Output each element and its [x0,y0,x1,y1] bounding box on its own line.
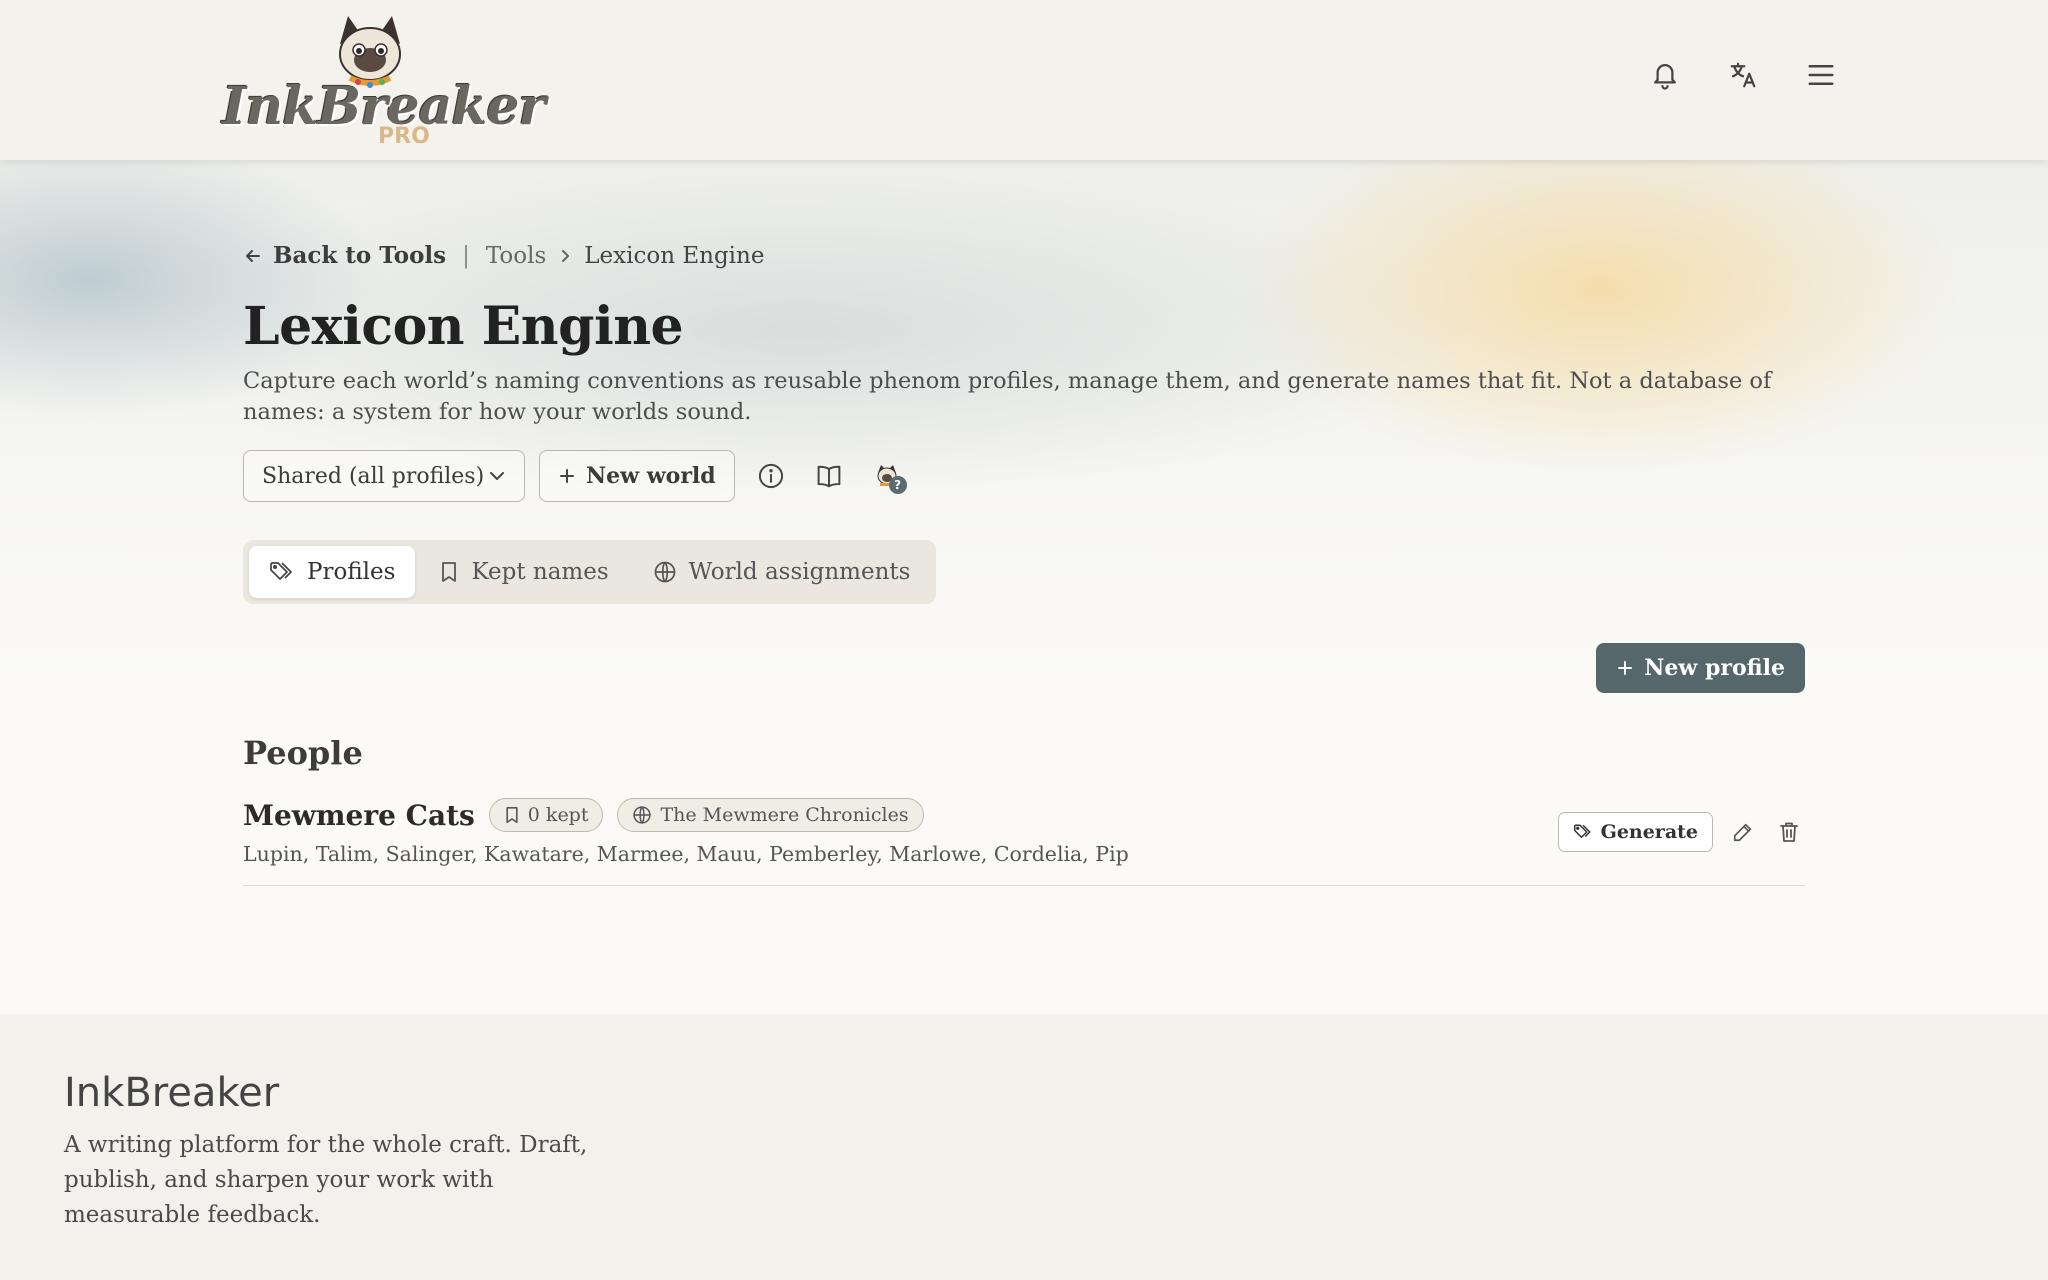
world-select-value: Shared (all profiles) [262,463,485,489]
top-navigation-bar: InkBreaker PRO [0,0,2048,160]
breadcrumb-divider: | [462,242,470,269]
translate-icon[interactable] [1726,58,1760,92]
plus-icon [1618,661,1633,675]
kept-count-chip[interactable]: 0 kept [488,798,604,832]
tags-icon [270,562,292,580]
tab-kept-names-label: Kept names [471,559,609,585]
tags-icon [1573,824,1591,838]
footer-tagline: A writing platform for the whole craft. … [64,1132,588,1228]
footer-brand: InkBreaker [64,1070,280,1116]
page-description: Capture each world’s naming conventions … [243,368,1772,425]
inkbreaker-logo[interactable]: InkBreaker PRO [222,14,546,150]
profile-tabs: Profiles Kept names World assignments [243,540,937,604]
back-to-tools-link[interactable]: Back to Tools [243,242,446,269]
kept-count-label: 0 kept [527,804,589,826]
info-icon[interactable] [749,454,793,498]
cat-help-icon[interactable]: ? [865,454,909,498]
breadcrumb: Back to Tools | Tools Lexicon Engine [243,242,764,269]
generate-label: Generate [1600,821,1698,843]
world-chip-label: The Mewmere Chronicles [660,804,909,826]
tab-world-assignments-label: World assignments [688,559,911,585]
arrow-left-icon [246,249,260,262]
profile-row: Mewmere Cats 0 kept The Mewmere Chronicl… [243,798,1805,886]
plus-icon [560,469,574,483]
new-profile-button[interactable]: New profile [1596,643,1805,693]
page-title: Lexicon Engine [243,296,684,357]
breadcrumb-current: Lexicon Engine [584,242,765,269]
bell-icon[interactable] [1648,58,1682,92]
section-title-people: People [243,734,363,772]
logo-pro-badge: PRO [378,124,430,149]
new-world-button[interactable]: New world [539,450,735,502]
trash-delete-icon[interactable] [1773,816,1805,848]
world-toolbar: Shared (all profiles) New world ? [243,450,909,502]
chevron-right-icon [558,248,572,264]
tab-profiles[interactable]: Profiles [249,546,416,598]
hamburger-menu-icon[interactable] [1804,58,1838,92]
chevron-down-icon [490,472,504,480]
globe-icon [633,806,652,824]
new-world-label: New world [586,463,716,489]
generate-button[interactable]: Generate [1557,812,1713,852]
bookmark-icon [442,562,457,582]
world-chip[interactable]: The Mewmere Chronicles [617,798,924,832]
profile-name[interactable]: Mewmere Cats [243,799,475,832]
tab-kept-names[interactable]: Kept names [419,546,628,598]
help-badge: ? [888,476,907,494]
header-actions [1648,58,1838,92]
bookmark-icon [506,807,518,823]
tab-profiles-label: Profiles [307,559,396,585]
site-footer: InkBreaker A writing platform for the wh… [0,1014,2048,1280]
breadcrumb-tools-link[interactable]: Tools [486,243,546,269]
globe-icon [654,561,675,583]
pencil-edit-icon[interactable] [1727,816,1759,848]
open-book-icon[interactable] [807,454,851,498]
new-profile-label: New profile [1644,655,1785,681]
tab-world-assignments[interactable]: World assignments [633,546,931,598]
world-select[interactable]: Shared (all profiles) [243,450,525,502]
back-to-tools-label: Back to Tools [273,242,447,269]
profile-row-actions: Generate [1557,812,1805,852]
